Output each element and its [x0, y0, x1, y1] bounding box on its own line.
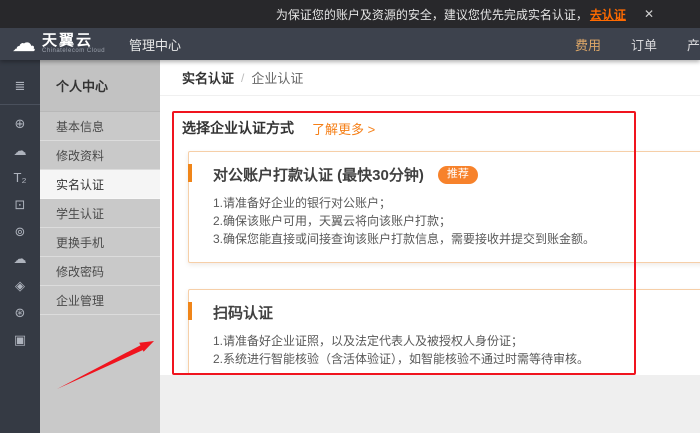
dashboard-icon[interactable]: ⊕ [0, 110, 40, 137]
notification-bar: 为保证您的账户及资源的安全，建议您优先完成实名认证， 去认证 ✕ [0, 0, 700, 28]
verify-now-link[interactable]: 去认证 [590, 6, 626, 23]
card-instruction: 1.请准备好企业证照，以及法定代表人及被授权人身份证； [213, 332, 700, 350]
console-icon[interactable]: ⊡ [0, 191, 40, 218]
sidebar-item-enterprise-mgmt[interactable]: 企业管理 [40, 286, 160, 315]
app-header: ☁ 天翼云 Chinatelecom Cloud 管理中心 费用 订单 产 [0, 28, 700, 60]
breadcrumb-child: 企业认证 [251, 68, 303, 87]
share-icon[interactable]: ⊛ [0, 299, 40, 326]
cloud-icon[interactable]: ☁ [0, 137, 40, 164]
cloud-logo-icon: ☁ [12, 32, 36, 56]
layers-icon[interactable]: ≣ [0, 72, 40, 99]
icon-rail: ≣ ⊕ ☁ T₂ ⊡ ⊚ ☁ ◈ ⊛ ▣ [0, 60, 40, 433]
card-corporate-account-auth[interactable]: 对公账户打款认证 (最快30分钟) 推荐 1.请准备好企业的银行对公账户； 2.… [188, 151, 700, 263]
menu-management-center[interactable]: 管理中心 [129, 35, 181, 54]
sidebar: 个人中心 基本信息 修改资料 实名认证 学生认证 更换手机 修改密码 企业管理 [40, 60, 160, 433]
card-instruction: 1.请准备好企业的银行对公账户； [213, 194, 700, 212]
brand-logo[interactable]: ☁ 天翼云 Chinatelecom Cloud [12, 32, 105, 56]
sidebar-item-student-auth[interactable]: 学生认证 [40, 199, 160, 228]
sidebar-item-edit-profile[interactable]: 修改资料 [40, 141, 160, 170]
image-icon[interactable]: ▣ [0, 326, 40, 353]
nav-products[interactable]: 产 [687, 35, 700, 54]
sidebar-item-change-password[interactable]: 修改密码 [40, 257, 160, 286]
nav-billing[interactable]: 费用 [575, 35, 601, 54]
card-instruction: 2.确保该账户可用，天翼云将向该账户打款； [213, 212, 700, 230]
sidebar-item-realname-auth[interactable]: 实名认证 [40, 170, 160, 199]
sidebar-item-basic-info[interactable]: 基本信息 [40, 112, 160, 141]
accent-bar [188, 164, 192, 182]
breadcrumb-separator: / [241, 71, 244, 85]
translate-icon[interactable]: T₂ [0, 164, 40, 191]
header-nav: 费用 订单 产 [545, 35, 700, 54]
nav-orders[interactable]: 订单 [631, 35, 657, 54]
cloud-status-icon[interactable]: ☁ [0, 245, 40, 272]
network-icon[interactable]: ⊚ [0, 218, 40, 245]
main-content: 实名认证 / 企业认证 选择企业认证方式 了解更多 > 对公账户打款认证 (最快… [160, 60, 700, 433]
breadcrumb: 实名认证 / 企业认证 [160, 60, 700, 96]
sidebar-item-change-phone[interactable]: 更换手机 [40, 228, 160, 257]
brand-subtitle: Chinatelecom Cloud [42, 48, 105, 55]
sidebar-title: 个人中心 [40, 60, 160, 112]
learn-more-link[interactable]: 了解更多 > [312, 119, 375, 138]
accent-bar [188, 302, 192, 320]
shield-icon[interactable]: ◈ [0, 272, 40, 299]
card-instruction: 3.确保您能直接或间接查询该账户打款信息，需要接收并提交到账金额。 [213, 230, 700, 248]
card-title: 扫码认证 [213, 302, 273, 323]
recommended-badge: 推荐 [438, 166, 478, 184]
breadcrumb-current[interactable]: 实名认证 [182, 68, 234, 87]
card-title: 对公账户打款认证 (最快30分钟) [213, 164, 424, 185]
page-background [160, 375, 700, 433]
notification-message: 为保证您的账户及资源的安全，建议您优先完成实名认证， [276, 6, 588, 23]
card-instruction: 2.系统进行智能核验（含活体验证），如智能核验不通过时需等待审核。 [213, 350, 700, 368]
card-qrcode-auth[interactable]: 扫码认证 1.请准备好企业证照，以及法定代表人及被授权人身份证； 2.系统进行智… [188, 289, 700, 383]
rail-divider [0, 104, 40, 105]
brand-title: 天翼云 [42, 33, 105, 48]
section-title: 选择企业认证方式 [182, 118, 294, 138]
close-icon[interactable]: ✕ [644, 7, 654, 21]
